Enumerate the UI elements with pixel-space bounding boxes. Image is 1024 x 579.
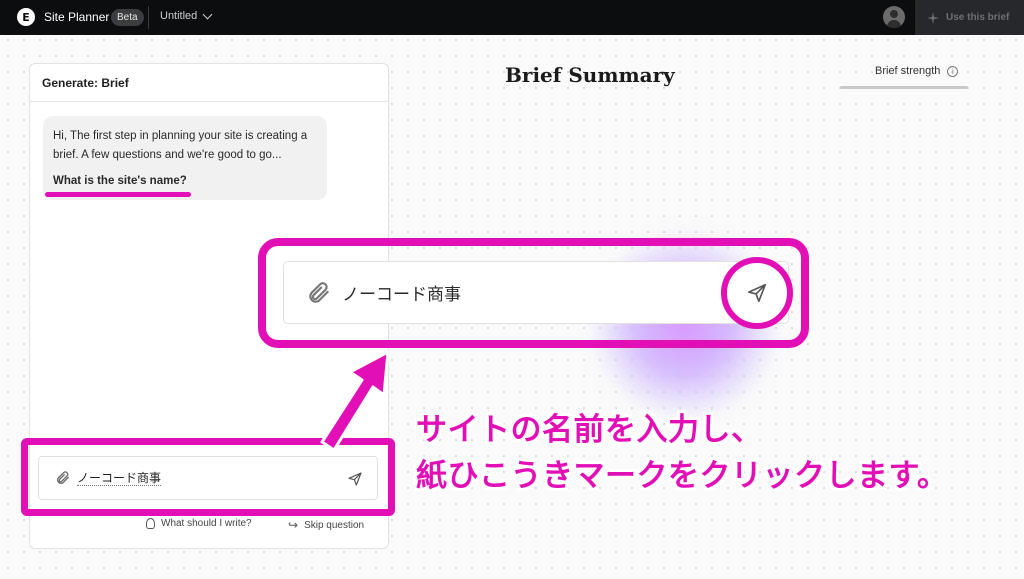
use-this-brief-label: Use this brief bbox=[946, 12, 1010, 23]
skip-arrow-icon: ↪ bbox=[288, 518, 299, 532]
assistant-message: Hi, The first step in planning your site… bbox=[43, 116, 327, 200]
use-this-brief-button[interactable]: Use this brief bbox=[915, 0, 1024, 35]
user-avatar-icon[interactable] bbox=[883, 6, 905, 28]
brief-strength-bar bbox=[840, 86, 968, 89]
summary-title: Brief Summary bbox=[505, 63, 675, 87]
info-icon[interactable]: i bbox=[947, 65, 959, 77]
skip-question-button[interactable]: ↪ Skip question bbox=[288, 518, 364, 532]
annotation-line-1: サイトの名前を入力し、 bbox=[416, 412, 763, 448]
document-title-dropdown[interactable]: Untitled bbox=[160, 9, 213, 22]
brief-strength: Brief strength i bbox=[875, 65, 959, 77]
send-button-highlight bbox=[721, 257, 793, 329]
app-title: Site Planner bbox=[44, 10, 110, 24]
message-question: What is the site's name? bbox=[53, 175, 187, 187]
document-title: Untitled bbox=[160, 10, 198, 22]
lightbulb-icon bbox=[146, 518, 155, 529]
what-should-i-write-button[interactable]: What should I write? bbox=[146, 518, 252, 529]
brief-strength-label: Brief strength bbox=[875, 65, 941, 77]
sparkle-icon bbox=[927, 11, 939, 24]
send-icon bbox=[747, 283, 767, 303]
instruction-annotation: サイトの名前を入力し、 紙ひこうきマークをクリックします。 bbox=[416, 407, 948, 499]
skip-question-label: Skip question bbox=[304, 519, 365, 531]
divider bbox=[148, 6, 149, 29]
what-should-i-write-label: What should I write? bbox=[161, 518, 252, 529]
callout-arrow bbox=[320, 350, 390, 452]
message-intro: Hi, The first step in planning your site… bbox=[53, 130, 308, 161]
chevron-down-icon bbox=[202, 9, 213, 19]
panel-header: Generate: Brief bbox=[30, 64, 388, 102]
annotation-line-2: 紙ひこうきマークをクリックします。 bbox=[416, 458, 949, 494]
highlight-underline bbox=[45, 192, 191, 197]
beta-badge: Beta bbox=[111, 9, 144, 26]
elementor-logo-icon[interactable]: E bbox=[17, 8, 35, 26]
top-bar: E Site Planner Beta Untitled Use this br… bbox=[0, 0, 1024, 35]
